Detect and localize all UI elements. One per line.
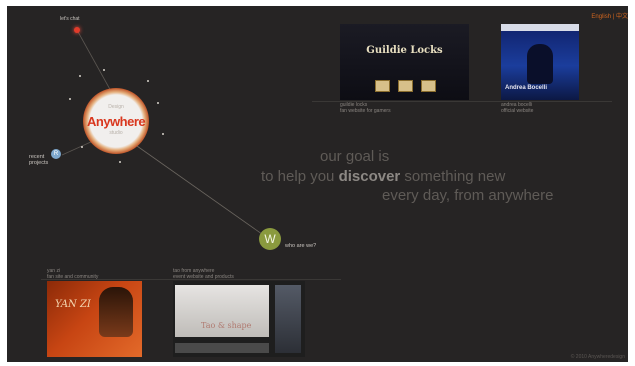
slogan-line-3: every day, from anywhere (382, 187, 554, 204)
andrea-screen-figure (527, 44, 553, 84)
project-thumb-yan-zi[interactable]: YAN ZI (47, 281, 142, 357)
project-caption-tao[interactable]: tao from anywhere event website and prod… (173, 268, 234, 280)
logo-tagline-bottom: studio (109, 130, 123, 136)
logo-tagline-top: Design (108, 104, 124, 110)
sparkle-dot (162, 133, 164, 135)
guildie-screen-button (421, 80, 436, 92)
sparkle-dot (69, 98, 71, 100)
project-caption-yan-zi[interactable]: yan zi fan site and community (47, 268, 98, 280)
logo-brand: Anywhere (87, 114, 146, 129)
project-caption-desc: event website and products (173, 274, 234, 280)
yanzi-screen-title: YAN ZI (55, 299, 91, 310)
sparkle-dot (81, 146, 83, 148)
project-caption-desc: fan website for gamers (340, 108, 391, 114)
tao-screen-title: Tao & shape (201, 321, 252, 330)
andrea-screen-navbar (501, 24, 579, 31)
tao-screen-filmstrip (175, 343, 269, 353)
project-thumb-tao[interactable]: Tao & shape (173, 281, 305, 357)
andrea-screen-title: Andrea Bocelli (505, 85, 548, 91)
sparkle-dot (119, 161, 121, 163)
project-caption-andrea-bocelli[interactable]: andrea bocelli official website (501, 102, 533, 114)
project-thumb-andrea-bocelli[interactable]: Andrea Bocelli (501, 24, 579, 100)
sparkle-dot (79, 75, 81, 77)
tao-screen-sidebar (275, 285, 301, 353)
slogan-line-2-pre: to help you (261, 168, 339, 185)
sparkle-dot (103, 69, 105, 71)
project-caption-desc: official website (501, 108, 534, 114)
site-canvas: English | 中文 let's chat Design Anywhere … (7, 6, 628, 362)
guildie-screen-button (398, 80, 413, 92)
slogan-line-1: our goal is (320, 148, 390, 165)
guildie-screen-title: Guildie Locks (366, 45, 443, 56)
sparkle-dot (147, 80, 149, 82)
lets-chat-node[interactable] (74, 27, 80, 33)
slogan-line-2: to help you discover something new (261, 168, 505, 185)
slogan-highlight: discover (338, 168, 401, 185)
slogan-line-2-post: something new (400, 168, 506, 185)
who-are-we-node[interactable]: W (259, 228, 281, 250)
recent-projects-label[interactable]: recent projects (29, 154, 57, 166)
copyright-text: © 2010 Anywheredesign (570, 354, 625, 360)
guildie-screen-button (375, 80, 390, 92)
project-caption-desc: fan site and community (47, 274, 99, 280)
sparkle-dot (157, 102, 159, 104)
lets-chat-label[interactable]: let's chat (60, 16, 80, 22)
project-caption-guildie-locks[interactable]: guildie locks fan website for gamers (340, 102, 391, 114)
yanzi-screen-portrait (99, 287, 133, 337)
who-are-we-label[interactable]: who are we? (285, 243, 316, 249)
recent-projects-line2: projects (29, 160, 49, 166)
project-thumb-guildie-locks[interactable]: Guildie Locks (340, 24, 469, 100)
